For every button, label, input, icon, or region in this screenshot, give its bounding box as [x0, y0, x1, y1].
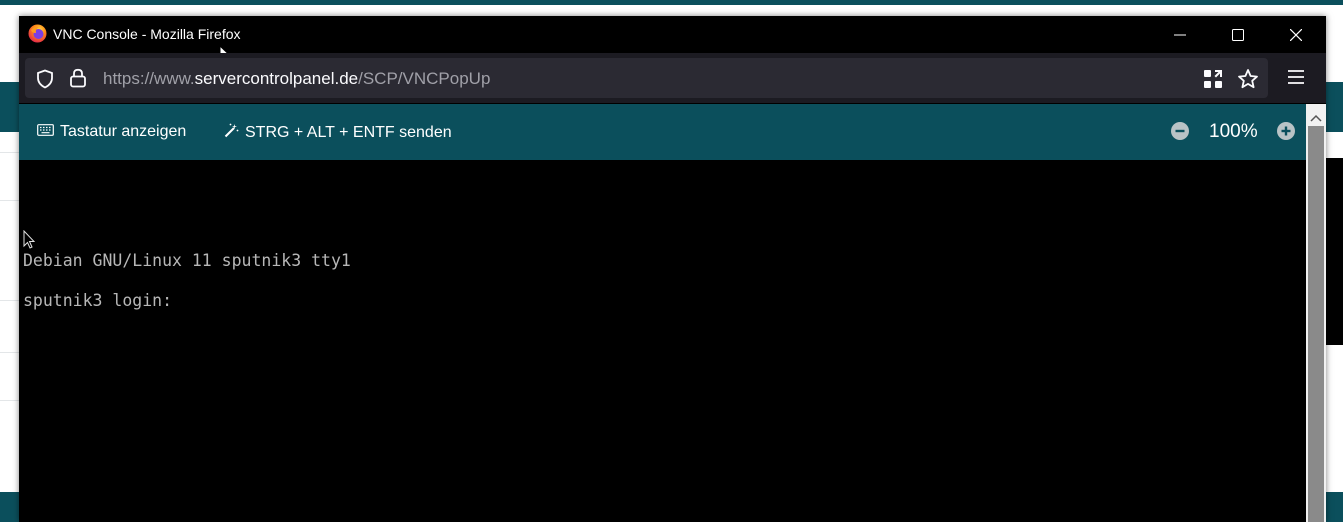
bookmark-star-icon[interactable] [1237, 68, 1259, 95]
url-host: servercontrolpanel.de [194, 69, 359, 88]
vnc-toolbar: Tastatur anzeigen STRG + ALT + ENTF send… [19, 104, 1306, 160]
close-icon [1290, 28, 1302, 41]
vnc-console-screen[interactable]: Debian GNU/Linux 11 sputnik3 tty1 sputni… [19, 160, 1306, 522]
url-path: /SCP/VNCPopUp [358, 69, 491, 88]
firefox-window: VNC Console - Mozilla Firefox https://ww… [19, 16, 1326, 522]
zoom-level: 100% [1209, 121, 1258, 142]
shield-icon[interactable] [35, 69, 55, 94]
keyboard-icon [37, 123, 54, 141]
magic-wand-icon [224, 123, 239, 143]
minimize-icon [1174, 34, 1186, 35]
title-bar[interactable]: VNC Console - Mozilla Firefox [19, 16, 1326, 63]
hamburger-menu-icon[interactable] [1287, 69, 1305, 90]
show-keyboard-label: Tastatur anzeigen [60, 123, 187, 140]
background-top-bar [0, 0, 1343, 5]
console-line: sputnik3 login: [23, 291, 173, 310]
background-header-right [1326, 82, 1343, 132]
lock-icon[interactable] [69, 68, 87, 93]
window-title: VNC Console - Mozilla Firefox [53, 26, 241, 42]
scrollbar-thumb[interactable] [1308, 126, 1324, 522]
background-footer-right [1326, 492, 1343, 522]
navigation-bar: https://www.servercontrolpanel.de/SCP/VN… [19, 53, 1326, 103]
console-line: Debian GNU/Linux 11 sputnik3 tty1 [23, 251, 351, 270]
url-prefix: https://www. [103, 69, 195, 88]
minimize-button[interactable] [1151, 16, 1209, 53]
firefox-logo-icon [28, 24, 47, 43]
maximize-button[interactable] [1209, 16, 1267, 53]
close-button[interactable] [1267, 16, 1325, 53]
vertical-scrollbar[interactable] [1306, 104, 1326, 522]
url-text[interactable]: https://www.servercontrolpanel.de/SCP/VN… [103, 69, 490, 89]
zoom-in-icon[interactable] [1277, 122, 1295, 145]
zoom-out-icon[interactable] [1171, 122, 1189, 145]
scroll-up-arrow-icon[interactable] [1310, 109, 1322, 127]
send-ctrl-alt-del-label: STRG + ALT + ENTF senden [245, 124, 452, 141]
show-keyboard-button[interactable]: Tastatur anzeigen [37, 123, 186, 141]
address-bar[interactable]: https://www.servercontrolpanel.de/SCP/VN… [25, 58, 1268, 98]
background-right-panel [1326, 158, 1343, 345]
qr-code-icon[interactable] [1203, 69, 1223, 94]
maximize-icon [1232, 28, 1244, 41]
send-ctrl-alt-del-button[interactable]: STRG + ALT + ENTF senden [224, 123, 452, 143]
